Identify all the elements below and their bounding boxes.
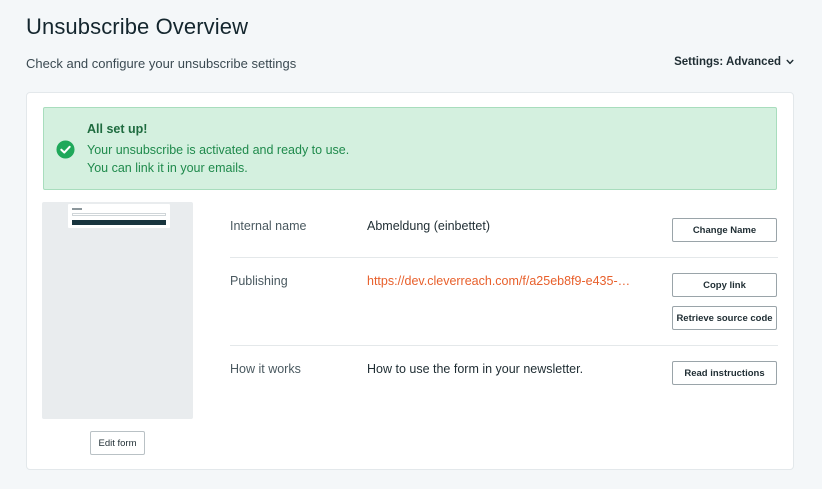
publishing-label: Publishing	[230, 274, 288, 288]
settings-dropdown-label: Settings: Advanced	[674, 56, 781, 68]
edit-form-button[interactable]: Edit form	[90, 431, 145, 455]
row-divider	[230, 345, 778, 346]
how-it-works-value: How to use the form in your newsletter.	[367, 362, 584, 376]
retrieve-source-code-button[interactable]: Retrieve source code	[672, 306, 777, 330]
internal-name-label: Internal name	[230, 219, 307, 233]
form-preview-sheet	[68, 204, 170, 228]
how-it-works-label: How it works	[230, 362, 301, 376]
alert-message-line-2: You can link it in your emails.	[87, 161, 248, 175]
unsubscribe-card: All set up! Your unsubscribe is activate…	[26, 92, 794, 470]
form-preview-thumbnail	[42, 202, 193, 419]
publishing-link[interactable]: https://dev.cleverreach.com/f/a25eb8f9-e…	[367, 274, 665, 288]
row-divider	[230, 257, 778, 258]
settings-dropdown[interactable]: Settings: Advanced	[674, 56, 794, 68]
alert-title: All set up!	[87, 122, 148, 136]
form-preview-input	[72, 213, 166, 216]
form-preview-submit	[72, 220, 166, 225]
page-title: Unsubscribe Overview	[26, 14, 249, 39]
alert-message-line-1: Your unsubscribe is activated and ready …	[87, 143, 350, 157]
check-circle-icon	[56, 140, 75, 159]
form-preview-label	[72, 208, 82, 210]
internal-name-value: Abmeldung (einbettet)	[367, 219, 490, 233]
read-instructions-button[interactable]: Read instructions	[672, 361, 777, 385]
success-alert: All set up! Your unsubscribe is activate…	[43, 107, 777, 190]
page-subtitle: Check and configure your unsubscribe set…	[26, 56, 297, 71]
change-name-button[interactable]: Change Name	[672, 218, 777, 242]
copy-link-button[interactable]: Copy link	[672, 273, 777, 297]
chevron-down-icon	[786, 59, 794, 65]
